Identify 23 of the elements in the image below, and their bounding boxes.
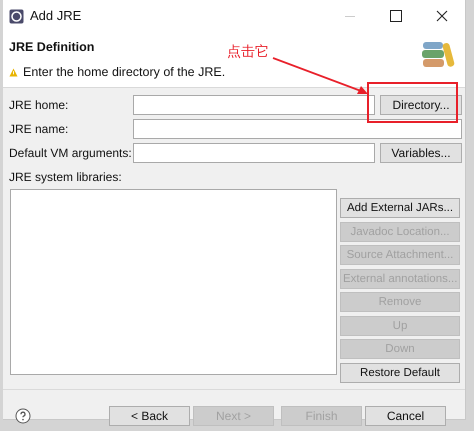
field-label: JRE home: bbox=[9, 97, 70, 114]
field-button[interactable]: Directory... bbox=[380, 95, 462, 115]
annotation-text: 点击它 bbox=[227, 42, 269, 61]
text-field[interactable] bbox=[133, 119, 462, 139]
window-title: Add JRE bbox=[30, 7, 82, 26]
page-title: JRE Definition bbox=[9, 39, 94, 56]
maximize-icon[interactable] bbox=[390, 10, 402, 22]
app-icon bbox=[9, 8, 24, 24]
field-label: JRE system libraries: bbox=[9, 169, 122, 186]
warning-icon bbox=[9, 68, 18, 77]
library-button[interactable]: Restore Default bbox=[340, 362, 460, 382]
text-field[interactable] bbox=[133, 95, 375, 115]
library-button[interactable]: Add External JARs... bbox=[340, 198, 460, 218]
dialog-button[interactable]: Cancel bbox=[365, 406, 446, 426]
books-icon bbox=[421, 40, 455, 70]
field-button[interactable]: Variables... bbox=[380, 143, 462, 163]
help-icon[interactable] bbox=[15, 408, 31, 424]
message-text: Enter the home directory of the JRE. bbox=[23, 64, 226, 81]
close-icon[interactable] bbox=[436, 10, 448, 22]
field-label: Default VM arguments: bbox=[9, 145, 133, 162]
dialog-button[interactable]: < Back bbox=[109, 406, 190, 426]
field-label: JRE name: bbox=[9, 121, 70, 138]
text-field[interactable] bbox=[133, 143, 375, 163]
